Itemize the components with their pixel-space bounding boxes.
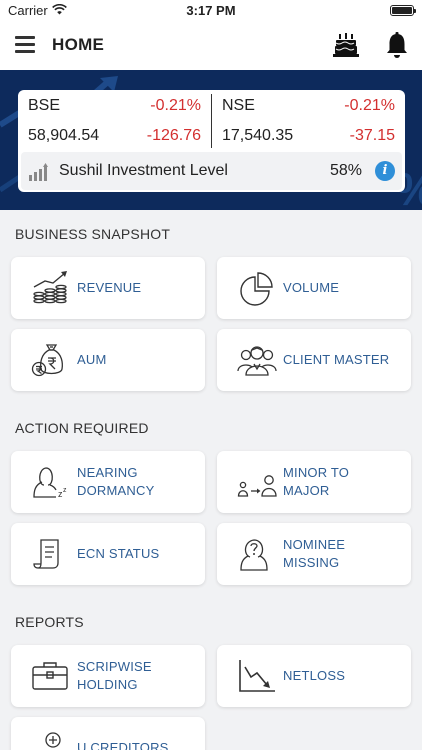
- ecn-status-tile[interactable]: ECN STATUS: [11, 523, 205, 585]
- nse-change: -37.15: [349, 127, 395, 144]
- sleeping-user-icon: z z: [33, 467, 67, 499]
- question-user-icon: [240, 539, 268, 571]
- briefcase-icon: [32, 662, 68, 690]
- users-icon: [237, 346, 277, 376]
- revenue-tile[interactable]: REVENUE: [11, 257, 205, 319]
- nearing-dormancy-label: NEARING DORMANCY: [77, 465, 155, 498]
- page-title: HOME: [52, 35, 105, 54]
- bse-percent: -0.21%: [150, 97, 201, 114]
- aum-tile[interactable]: AUM: [11, 329, 205, 391]
- minor-to-major-label: MINOR TO MAJOR: [283, 465, 350, 498]
- revenue-icon: [33, 271, 67, 304]
- investment-percent: 58%: [330, 162, 363, 179]
- battery-icon: [390, 5, 416, 16]
- document-icon: [33, 539, 59, 569]
- minor-to-major-icon: [237, 475, 277, 497]
- ecn-status-label: ECN STATUS: [77, 546, 160, 561]
- creditors-label: U CREDITORS: [77, 740, 169, 750]
- svg-text:z: z: [63, 487, 67, 494]
- menu-icon[interactable]: [15, 36, 35, 54]
- minor-to-major-tile[interactable]: MINOR TO MAJOR: [217, 451, 411, 513]
- money-bag-icon: [31, 344, 63, 377]
- investment-level-row[interactable]: Sushil Investment Level 58% i: [21, 152, 402, 190]
- client-master-tile[interactable]: CLIENT MASTER: [217, 329, 411, 391]
- netloss-tile[interactable]: NETLOSS: [217, 645, 411, 707]
- decline-chart-icon: [239, 660, 275, 692]
- bse-name: BSE: [28, 97, 61, 114]
- creditors-tile[interactable]: U CREDITORS: [11, 717, 205, 750]
- volume-tile[interactable]: VOLUME: [217, 257, 411, 319]
- carrier-label: Carrier: [8, 3, 48, 18]
- scripwise-holding-tile[interactable]: SCRIPWISE HOLDING: [11, 645, 205, 707]
- wifi-icon: [52, 4, 67, 15]
- nse-value: 17,540.35: [222, 127, 294, 144]
- app-header: HOME: [0, 22, 422, 70]
- netloss-label: NETLOSS: [283, 668, 346, 683]
- bse-change: -126.76: [146, 127, 201, 144]
- nominee-missing-tile[interactable]: NOMINEE MISSING: [217, 523, 411, 585]
- bse-value: 58,904.54: [28, 127, 100, 144]
- nominee-missing-label: NOMINEE MISSING: [283, 537, 346, 570]
- market-banner: % BSE -0.21% 58,904.54 -126.76 NSE -0.21…: [0, 70, 422, 210]
- database-plus-icon: [45, 732, 61, 748]
- volume-label: VOLUME: [283, 280, 340, 295]
- nearing-dormancy-tile[interactable]: z z NEARING DORMANCY: [11, 451, 205, 513]
- section-business-snapshot: BUSINESS SNAPSHOT: [15, 226, 171, 242]
- nse-name: NSE: [222, 97, 255, 114]
- market-card[interactable]: BSE -0.21% 58,904.54 -126.76 NSE -0.21% …: [18, 90, 405, 192]
- aum-label: AUM: [77, 352, 107, 367]
- status-bar: Carrier 3:17 PM: [0, 0, 422, 22]
- bars-icon: [29, 163, 48, 181]
- nse-percent: -0.21%: [344, 97, 395, 114]
- card-divider: [211, 94, 212, 148]
- info-icon[interactable]: i: [375, 161, 395, 181]
- revenue-label: REVENUE: [77, 280, 142, 295]
- bell-icon[interactable]: [385, 31, 409, 59]
- investment-label: Sushil Investment Level: [59, 162, 228, 179]
- scripwise-holding-label: SCRIPWISE HOLDING: [77, 659, 152, 692]
- cake-icon[interactable]: [332, 31, 360, 59]
- section-reports: REPORTS: [15, 614, 84, 630]
- pie-chart-icon: [240, 272, 273, 306]
- client-master-label: CLIENT MASTER: [283, 352, 390, 367]
- section-action-required: ACTION REQUIRED: [15, 420, 149, 436]
